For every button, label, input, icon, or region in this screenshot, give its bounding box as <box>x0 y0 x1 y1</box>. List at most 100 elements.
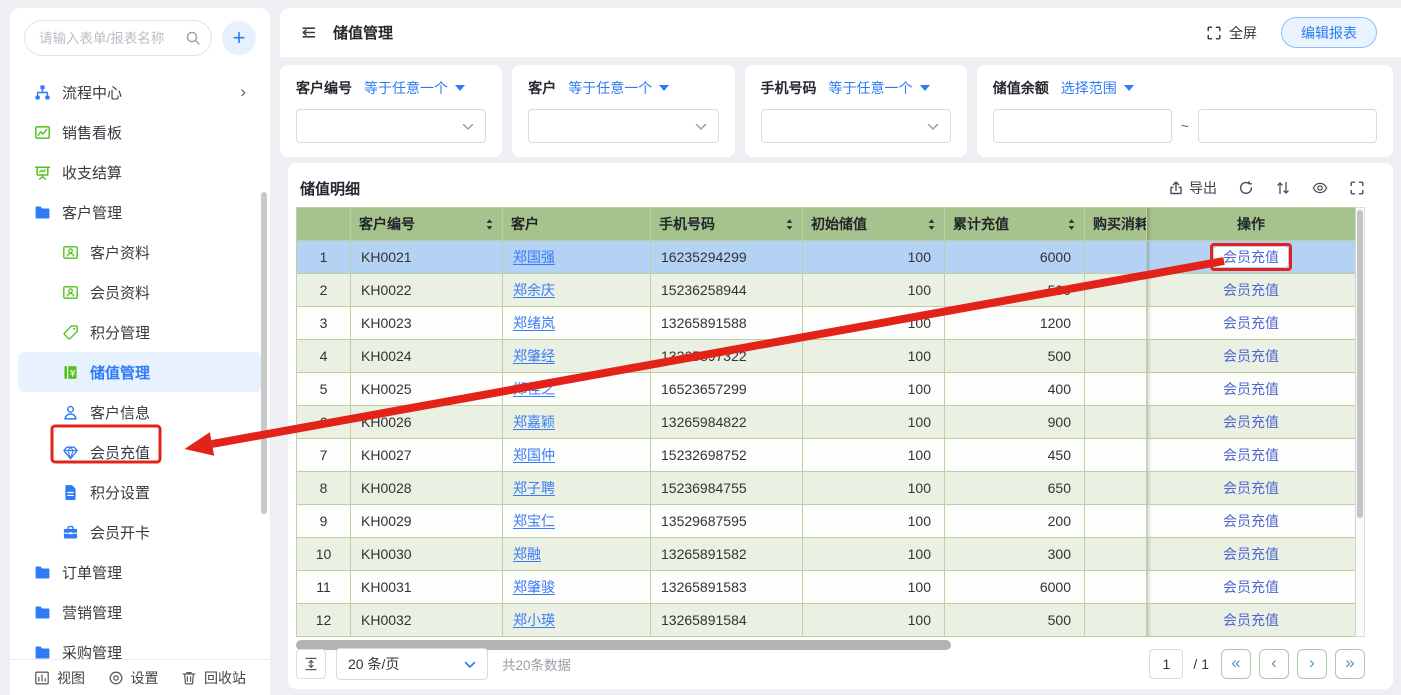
eye-button[interactable] <box>1312 180 1328 196</box>
sidebar-item-0[interactable]: 流程中心› <box>18 72 262 112</box>
cell-index: 8 <box>297 472 351 505</box>
customer-name-link[interactable]: 郑肇经 <box>513 348 555 364</box>
cell-customer-name: 郑融 <box>503 538 651 571</box>
add-form-button[interactable]: + <box>222 21 256 55</box>
collapse-sidebar-icon[interactable] <box>300 24 317 41</box>
sort-button[interactable] <box>1275 180 1291 196</box>
page-number-input[interactable] <box>1149 649 1183 679</box>
range-min-input[interactable] <box>993 109 1172 143</box>
filter-select[interactable] <box>761 109 951 143</box>
range-max-input[interactable] <box>1198 109 1377 143</box>
column-header-phone[interactable]: 手机号码 <box>651 208 803 241</box>
table-row[interactable]: 4KH0024郑肇经13265897322100500会员充值 <box>297 340 1356 373</box>
search-input[interactable] <box>24 20 212 56</box>
table-vertical-scrollbar[interactable] <box>1355 207 1365 637</box>
filter-operator[interactable]: 选择范围 <box>1061 78 1134 98</box>
next-page-button[interactable]: › <box>1297 649 1327 679</box>
cell-action: 会员充值 <box>1147 439 1356 472</box>
table-row[interactable]: 2KH0022郑余庆15236258944100500会员充值 <box>297 274 1356 307</box>
customer-name-link[interactable]: 郑绪岚 <box>513 315 555 331</box>
first-page-button[interactable]: « <box>1221 649 1251 679</box>
prev-page-button[interactable]: ‹ <box>1259 649 1289 679</box>
export-button[interactable]: 导出 <box>1168 178 1217 198</box>
fullscreen-label: 全屏 <box>1229 23 1257 43</box>
table-row[interactable]: 7KH0027郑国仲15232698752100450会员充值 <box>297 439 1356 472</box>
member-recharge-link[interactable]: 会员充值 <box>1223 579 1279 595</box>
customer-name-link[interactable]: 郑余庆 <box>513 282 555 298</box>
column-header-total[interactable]: 累计充值 <box>945 208 1085 241</box>
customer-name-link[interactable]: 郑子聘 <box>513 480 555 496</box>
table-row[interactable]: 9KH0029郑宝仁13529687595100200会员充值 <box>297 505 1356 538</box>
table-row[interactable]: 10KH0030郑融13265891582100300会员充值 <box>297 538 1356 571</box>
cell-customer-name: 郑余庆 <box>503 274 651 307</box>
sidebar-item-8[interactable]: 客户信息 <box>18 392 262 432</box>
sidebar-item-4[interactable]: 客户资料 <box>18 232 262 272</box>
table-row[interactable]: 12KH0032郑小瑛13265891584100500会员充值 <box>297 604 1356 637</box>
flow-icon <box>34 84 51 101</box>
sidebar-item-14[interactable]: 采购管理 <box>18 632 262 659</box>
filter-operator[interactable]: 等于任意一个 <box>568 78 669 98</box>
member-recharge-link[interactable]: 会员充值 <box>1223 414 1279 430</box>
customer-name-link[interactable]: 郑国强 <box>513 249 555 265</box>
fullscreen-button[interactable]: 全屏 <box>1206 23 1257 43</box>
member-recharge-link[interactable]: 会员充值 <box>1223 447 1279 463</box>
sort-toggle-icon[interactable] <box>927 218 936 231</box>
sidebar-footer-2[interactable]: 回收站 <box>181 668 246 688</box>
table-row[interactable]: 11KH0031郑肇骏132658915831006000会员充值 <box>297 571 1356 604</box>
sidebar-item-7[interactable]: 储值管理 <box>18 352 262 392</box>
customer-name-link[interactable]: 郑小瑛 <box>513 612 555 628</box>
sidebar-item-13[interactable]: 营销管理 <box>18 592 262 632</box>
member-recharge-link[interactable]: 会员充值 <box>1223 612 1279 628</box>
filter-select[interactable] <box>528 109 718 143</box>
fullscreen-button[interactable] <box>1349 180 1365 196</box>
filter-operator[interactable]: 等于任意一个 <box>364 78 465 98</box>
cell-customer-name: 郑小瑛 <box>503 604 651 637</box>
refresh-button[interactable] <box>1238 180 1254 196</box>
filter-select[interactable] <box>296 109 486 143</box>
customer-name-link[interactable]: 郑融 <box>513 546 541 562</box>
member-recharge-link[interactable]: 会员充值 <box>1223 282 1279 298</box>
cell-customer-name: 郑国强 <box>503 241 651 274</box>
column-header-init[interactable]: 初始储值 <box>803 208 945 241</box>
sidebar-scrollbar-thumb[interactable] <box>261 192 267 514</box>
sidebar-item-2[interactable]: 收支结算 <box>18 152 262 192</box>
sort-toggle-icon[interactable] <box>485 218 494 231</box>
sidebar-item-10[interactable]: 积分设置 <box>18 472 262 512</box>
column-header-code[interactable]: 客户编号 <box>351 208 503 241</box>
customer-name-link[interactable]: 郑肇骏 <box>513 579 555 595</box>
customer-name-link[interactable]: 郑佳之 <box>513 381 555 397</box>
last-page-button[interactable]: » <box>1335 649 1365 679</box>
sort-toggle-icon[interactable] <box>1067 218 1076 231</box>
sort-toggle-icon[interactable] <box>785 218 794 231</box>
member-recharge-link[interactable]: 会员充值 <box>1223 480 1279 496</box>
table-row[interactable]: 1KH0021郑国强162352942991006000会员充值 <box>297 241 1356 274</box>
table-row[interactable]: 8KH0028郑子聘15236984755100650会员充值 <box>297 472 1356 505</box>
member-recharge-link[interactable]: 会员充值 <box>1214 247 1288 267</box>
cell-phone: 13265891584 <box>651 604 803 637</box>
data-table: 客户编号客户手机号码初始储值累计充值购买消耗操作 1KH0021郑国强16235… <box>296 207 1356 637</box>
customer-name-link[interactable]: 郑国仲 <box>513 447 555 463</box>
table-row[interactable]: 3KH0023郑绪岚132658915881001200会员充值 <box>297 307 1356 340</box>
member-recharge-link[interactable]: 会员充值 <box>1223 513 1279 529</box>
edit-report-button[interactable]: 编辑报表 <box>1281 17 1377 48</box>
sidebar-footer-1[interactable]: 设置 <box>108 668 159 688</box>
sidebar-footer-0[interactable]: 视图 <box>34 668 85 688</box>
sidebar-item-6[interactable]: 积分管理 <box>18 312 262 352</box>
member-recharge-link[interactable]: 会员充值 <box>1223 348 1279 364</box>
page-size-select[interactable]: 20 条/页 <box>336 648 488 680</box>
customer-name-link[interactable]: 郑宝仁 <box>513 513 555 529</box>
customer-name-link[interactable]: 郑嘉颖 <box>513 414 555 430</box>
member-recharge-link[interactable]: 会员充值 <box>1223 546 1279 562</box>
sidebar-item-3[interactable]: 客户管理 <box>18 192 262 232</box>
filter-operator[interactable]: 等于任意一个 <box>829 78 930 98</box>
row-height-button[interactable] <box>296 649 326 679</box>
member-recharge-link[interactable]: 会员充值 <box>1223 315 1279 331</box>
sidebar-item-5[interactable]: 会员资料 <box>18 272 262 312</box>
sidebar-item-12[interactable]: 订单管理 <box>18 552 262 592</box>
table-row[interactable]: 6KH0026郑嘉颖13265984822100900会员充值 <box>297 406 1356 439</box>
sidebar-item-9[interactable]: 会员充值 <box>18 432 262 472</box>
sidebar-item-11[interactable]: 会员开卡 <box>18 512 262 552</box>
member-recharge-link[interactable]: 会员充值 <box>1223 381 1279 397</box>
sidebar-item-1[interactable]: 销售看板 <box>18 112 262 152</box>
table-row[interactable]: 5KH0025郑佳之16523657299100400会员充值 <box>297 373 1356 406</box>
